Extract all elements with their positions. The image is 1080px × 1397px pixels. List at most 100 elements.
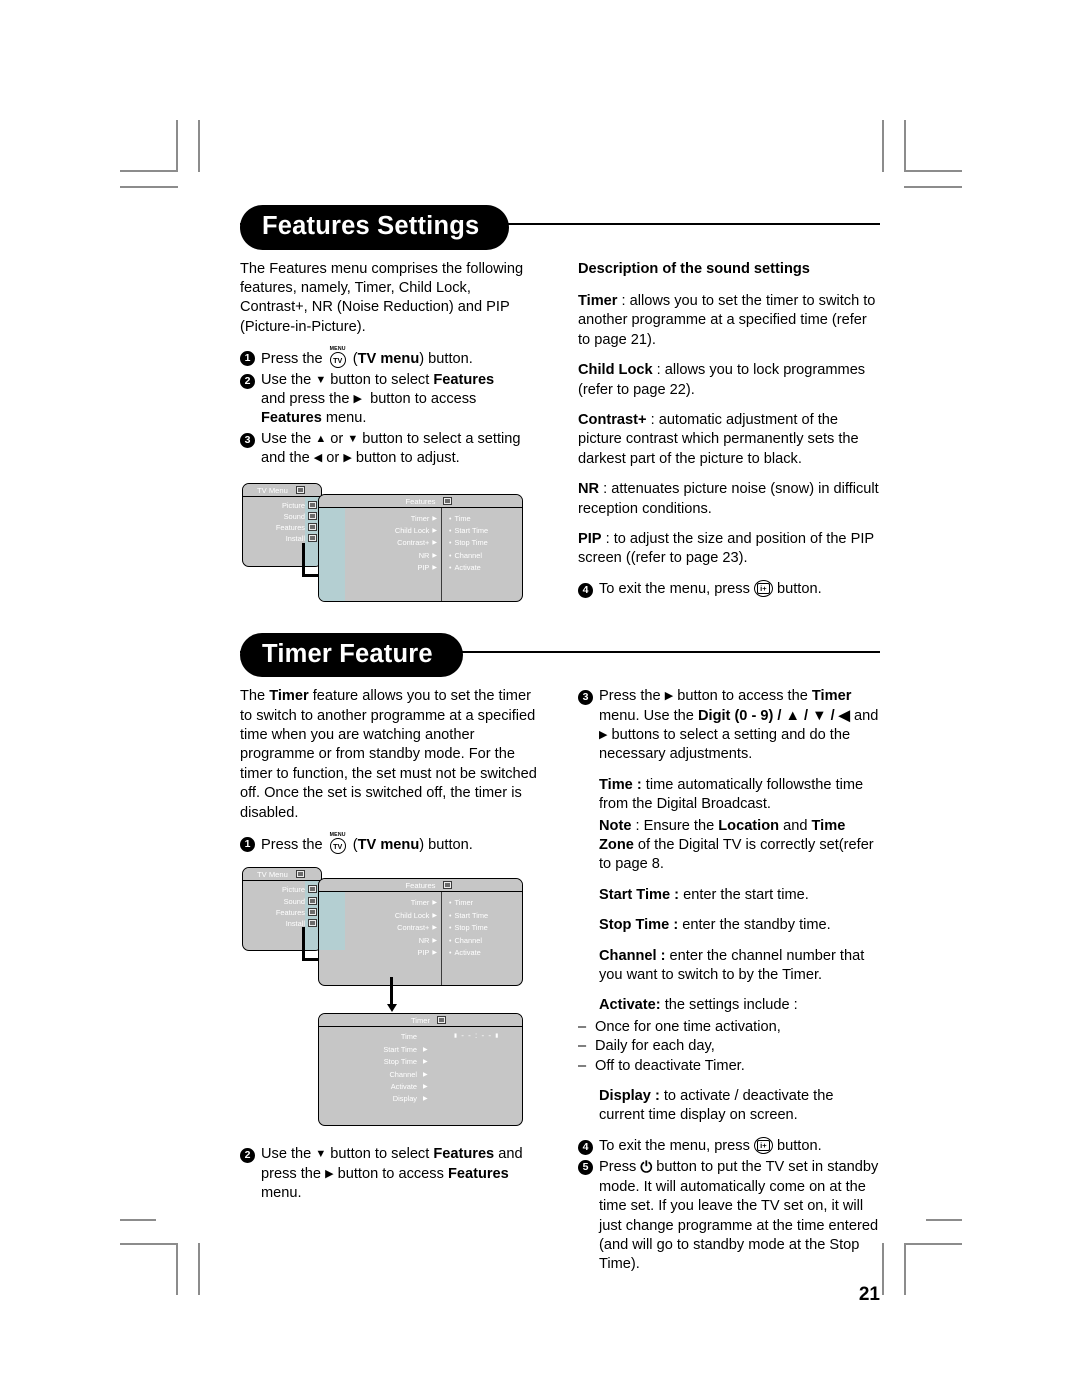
description-nr: NR : attenuates picture noise (snow) in … bbox=[578, 481, 879, 517]
timer-step-5: 5 Press ⏻ button to put the TV set in st… bbox=[578, 1157, 880, 1274]
osd-sub-item-stop-time[interactable]: • Stop Time bbox=[449, 923, 522, 932]
step-number: 3 bbox=[578, 687, 599, 765]
osd-timer-title: Timer bbox=[410, 1016, 431, 1026]
osd-features-item-timer[interactable]: Timer ▶ bbox=[345, 898, 437, 907]
install-icon bbox=[308, 534, 317, 543]
arrow-down-icon: ▼ bbox=[315, 373, 327, 386]
osd-sub-item-activate[interactable]: • Activate bbox=[449, 948, 522, 957]
chevron-right-icon: ▶ bbox=[432, 912, 437, 919]
step-text: Press the MENU TV (TV menu) button. bbox=[261, 346, 473, 369]
chevron-right-icon: ▶ bbox=[432, 565, 437, 572]
osd-features-titlebar: Features bbox=[319, 494, 522, 508]
features-icon bbox=[308, 522, 317, 531]
step-text: Press the ▶ button to access the Timer m… bbox=[599, 688, 879, 763]
osd-sub-item-time[interactable]: • Time bbox=[449, 514, 522, 523]
osd-timer-row-time[interactable]: Time ▮ - - : - - ▮ bbox=[319, 1031, 522, 1044]
osd-features-item-child-lock[interactable]: Child Lock ▶ bbox=[345, 526, 437, 535]
tv-menu-button-icon: MENU TV bbox=[327, 832, 349, 854]
step-number: 3 bbox=[240, 430, 261, 469]
features-icon bbox=[308, 907, 317, 916]
features-settings-right-column: Description of the sound settings Timer … bbox=[578, 260, 880, 611]
picture-icon bbox=[308, 885, 317, 894]
sound-icon bbox=[308, 896, 317, 905]
osd-tv-menu-title: TV Menu bbox=[257, 485, 288, 495]
osd-features-item-timer[interactable]: Timer ▶ bbox=[345, 514, 437, 523]
osd-timer-clock-value[interactable]: ▮ - - : - - ▮ bbox=[454, 1031, 499, 1040]
chevron-right-icon: ▶ bbox=[432, 528, 437, 534]
arrow-left-icon: ◀ bbox=[313, 452, 323, 465]
chevron-right-icon: ▶ bbox=[423, 1071, 428, 1078]
osd-features-item-contrast-plus[interactable]: Contrast+ ▶ bbox=[345, 923, 437, 932]
chevron-right-icon: ▶ bbox=[423, 1046, 428, 1053]
osd-features-item-nr[interactable]: NR ▶ bbox=[345, 936, 437, 945]
bullet-dot-icon: • bbox=[449, 900, 452, 908]
exit-menu-button-icon: i+ bbox=[753, 579, 773, 597]
features-settings-columns: The Features menu comprises the followin… bbox=[240, 260, 880, 611]
osd-diagram-timer: TV Menu Picture Sound Features Install F… bbox=[240, 867, 542, 1139]
crop-mark-bottom-right bbox=[880, 1215, 962, 1295]
spin-down-icon: ▮ bbox=[495, 1033, 500, 1040]
timer-intro-text: The Timer feature allows you to set the … bbox=[240, 688, 537, 821]
osd-sub-item-channel[interactable]: • Channel bbox=[449, 936, 522, 945]
timer-step-1: 1 Press the MENU TV (TV menu) button. bbox=[240, 832, 542, 855]
osd-features-item-pip[interactable]: PIP ▶ bbox=[345, 948, 437, 957]
osd-sub-item-channel[interactable]: • Channel bbox=[449, 551, 522, 560]
timer-feature-left-column: The Timer feature allows you to set the … bbox=[240, 687, 542, 1306]
arrow-down-icon: ▼ bbox=[315, 1148, 327, 1161]
osd-sub-item-stop-time[interactable]: • Stop Time bbox=[449, 538, 522, 547]
osd-timer-panel: Timer Time ▮ - - : - - ▮ Start Time ▶ Sto… bbox=[318, 1013, 523, 1127]
osd-features-body: Timer ▶ Child Lock ▶ Contrast+ ▶ NR ▶ PIP ▶ •… bbox=[319, 892, 522, 986]
chevron-right-icon: ▶ bbox=[432, 925, 437, 932]
timer-stop-time-description: Stop Time : enter the standby time. bbox=[599, 917, 831, 934]
chevron-right-icon: ▶ bbox=[432, 937, 437, 944]
step-number: 1 bbox=[240, 834, 261, 855]
osd-sub-item-start-time[interactable]: • Start Time bbox=[449, 526, 522, 535]
exit-menu-button-icon: i+ bbox=[753, 1136, 773, 1154]
step-number: 2 bbox=[240, 371, 261, 429]
features-icon bbox=[437, 1016, 446, 1025]
page-number: 21 bbox=[858, 1283, 880, 1305]
osd-timer-row-stop-time[interactable]: Stop Time ▶ bbox=[319, 1057, 522, 1069]
osd-timer-row-channel[interactable]: Channel ▶ bbox=[319, 1070, 522, 1082]
step-number: 5 bbox=[578, 1157, 599, 1274]
chevron-right-icon: ▶ bbox=[423, 1083, 428, 1090]
osd-features-item-child-lock[interactable]: Child Lock ▶ bbox=[345, 911, 437, 920]
activate-option-once: – Once for one time activation, bbox=[578, 1018, 880, 1037]
osd-sub-item-timer[interactable]: • Timer bbox=[449, 898, 522, 907]
step-number: 2 bbox=[240, 1145, 261, 1203]
timer-activate-description: Activate: the settings include : bbox=[599, 997, 798, 1014]
arrow-right-icon: ▶ bbox=[599, 728, 608, 741]
osd-features-item-nr[interactable]: NR ▶ bbox=[345, 551, 437, 560]
osd-features-item-list: Timer ▶ Child Lock ▶ Contrast+ ▶ NR ▶ PIP ▶ bbox=[345, 508, 441, 601]
step-number: 4 bbox=[578, 1137, 599, 1156]
bullet-dot-icon: • bbox=[449, 949, 452, 957]
step-text: Use the ▼ button to select Features and … bbox=[261, 371, 495, 427]
section-timer-feature: Timer Feature bbox=[240, 632, 880, 678]
osd-features-item-pip[interactable]: PIP ▶ bbox=[345, 563, 437, 572]
osd-timer-row-start-time[interactable]: Start Time ▶ bbox=[319, 1045, 522, 1057]
features-step-1: 1 Press the MENU TV (TV menu) button. bbox=[240, 346, 542, 369]
dash-bullet-icon: – bbox=[578, 1038, 587, 1055]
osd-timer-row-activate[interactable]: Activate ▶ bbox=[319, 1082, 522, 1094]
menu-page-icon bbox=[296, 870, 305, 879]
osd-connector-arrow-down bbox=[386, 977, 410, 1015]
osd-timer-row-display[interactable]: Display ▶ bbox=[319, 1094, 522, 1106]
bullet-dot-icon: • bbox=[449, 925, 452, 933]
osd-features-panel: Features Timer ▶ Child Lock ▶ Contrast+ ▶ N… bbox=[318, 878, 523, 987]
activate-option-daily: – Daily for each day, bbox=[578, 1037, 880, 1056]
osd-sub-item-start-time[interactable]: • Start Time bbox=[449, 911, 522, 920]
osd-diagram-features: TV Menu Picture Sound Features Install F… bbox=[240, 482, 542, 611]
osd-sub-item-activate[interactable]: • Activate bbox=[449, 563, 522, 572]
step-text: Use the ▼ button to select Features and … bbox=[261, 1146, 523, 1202]
osd-features-title: Features bbox=[405, 496, 436, 506]
bullet-dot-icon: • bbox=[449, 565, 452, 573]
crop-mark-top-right bbox=[880, 120, 962, 200]
osd-features-item-contrast-plus[interactable]: Contrast+ ▶ bbox=[345, 538, 437, 547]
features-icon bbox=[443, 881, 452, 890]
dash-bullet-icon: – bbox=[578, 1057, 587, 1074]
description-pip: PIP : to adjust the size and position of… bbox=[578, 531, 874, 567]
osd-features-body: Timer ▶ Child Lock ▶ Contrast+ ▶ NR ▶ PIP ▶ •… bbox=[319, 507, 522, 601]
crop-mark-bottom-left bbox=[120, 1215, 200, 1295]
timer-display-description: Display : to activate / deactivate the c… bbox=[599, 1088, 834, 1124]
chevron-right-icon: ▶ bbox=[432, 515, 437, 522]
